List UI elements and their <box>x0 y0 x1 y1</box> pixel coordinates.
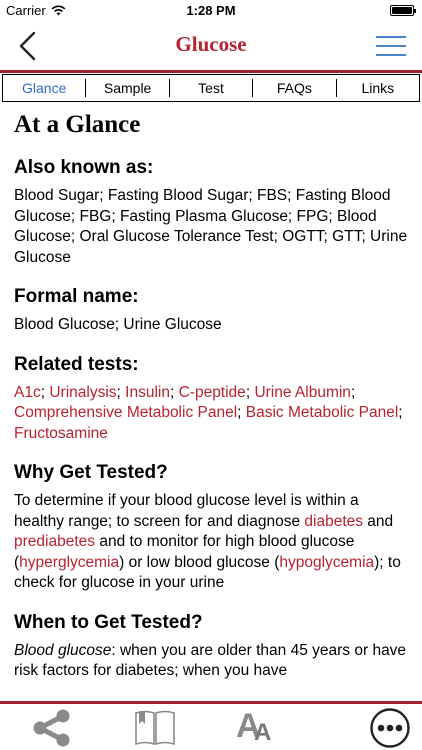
link-urinalysis[interactable]: Urinalysis <box>49 384 116 401</box>
content-scroll[interactable]: At a Glance Also known as: Blood Sugar; … <box>14 108 410 700</box>
link-prediabetes[interactable]: prediabetes <box>14 533 95 550</box>
why-text: To determine if your blood glucose level… <box>14 491 410 594</box>
link-hyperglycemia[interactable]: hyperglycemia <box>19 554 119 571</box>
when-heading: When to Get Tested? <box>14 611 203 633</box>
tab-bar: Glance Sample Test FAQs Links <box>2 74 420 102</box>
separator: ; <box>398 404 403 421</box>
more-button[interactable] <box>368 708 412 748</box>
status-time: 1:28 PM <box>186 3 236 18</box>
aka-text: Blood Sugar; Fasting Blood Sugar; FBS; F… <box>14 187 408 266</box>
bottom-toolbar: A A <box>0 704 422 750</box>
when-label: Blood glucose <box>14 641 112 659</box>
formal-name-heading: Formal name: <box>14 286 139 307</box>
separator: ; <box>116 383 126 401</box>
tab-glance[interactable]: Glance <box>3 79 85 97</box>
link-fructosamine[interactable]: Fructosamine <box>14 425 108 442</box>
text-size-icon: A A <box>234 708 278 748</box>
battery-fill <box>392 7 412 14</box>
link-c-peptide[interactable]: C-peptide <box>179 384 246 401</box>
link-a1c[interactable]: A1c <box>14 384 41 401</box>
tab-links[interactable]: Links <box>335 79 419 97</box>
status-bar: Carrier 1:28 PM <box>0 0 422 22</box>
separator: ; <box>350 383 356 401</box>
hamburger-menu-icon-line <box>376 45 406 47</box>
hamburger-menu-icon <box>376 36 406 38</box>
tab-test[interactable]: Test <box>168 79 252 97</box>
link-basic-metabolic-panel[interactable]: Basic Metabolic Panel <box>246 404 399 421</box>
link-hypoglycemia[interactable]: hypoglycemia <box>279 554 374 571</box>
page-title-bar: Glucose <box>175 32 247 56</box>
why-text-part: ) or low blood glucose ( <box>119 553 280 571</box>
why-text-part: and <box>363 512 394 530</box>
hamburger-menu-icon-line <box>376 54 406 56</box>
separator: ; <box>169 383 179 401</box>
tab-faqs[interactable]: FAQs <box>252 79 335 97</box>
related-tests-list: A1c; Urinalysis; Insulin; C-peptide; Uri… <box>14 383 410 445</box>
nav-bar: Glucose <box>0 22 422 70</box>
text-size-button[interactable]: A A <box>234 708 278 748</box>
link-diabetes[interactable]: diabetes <box>304 513 363 530</box>
menu-button[interactable] <box>376 34 408 58</box>
share-icon <box>33 709 70 747</box>
tab-sample[interactable]: Sample <box>85 79 168 97</box>
why-heading: Why Get Tested? <box>14 462 168 483</box>
section-title: At a Glance <box>14 111 141 138</box>
more-circle-icon <box>370 708 410 748</box>
related-tests-heading: Related tests: <box>14 353 139 375</box>
link-insulin[interactable]: Insulin <box>125 384 170 401</box>
header-divider <box>0 70 422 73</box>
when-text: Blood glucose: when you are older than 4… <box>14 641 410 682</box>
battery-icon <box>390 5 416 16</box>
share-button[interactable] <box>30 708 74 748</box>
book-button[interactable] <box>133 708 177 748</box>
formal-name-text: Blood Glucose; Urine Glucose <box>14 316 222 333</box>
book-icon <box>135 710 175 746</box>
aka-heading: Also known as: <box>14 157 154 178</box>
separator: ; <box>237 404 246 421</box>
link-urine-albumin[interactable]: Urine Albumin <box>254 384 351 401</box>
text-size-small-a: A <box>254 719 272 746</box>
link-comprehensive-metabolic-panel[interactable]: Comprehensive Metabolic Panel <box>14 404 237 421</box>
